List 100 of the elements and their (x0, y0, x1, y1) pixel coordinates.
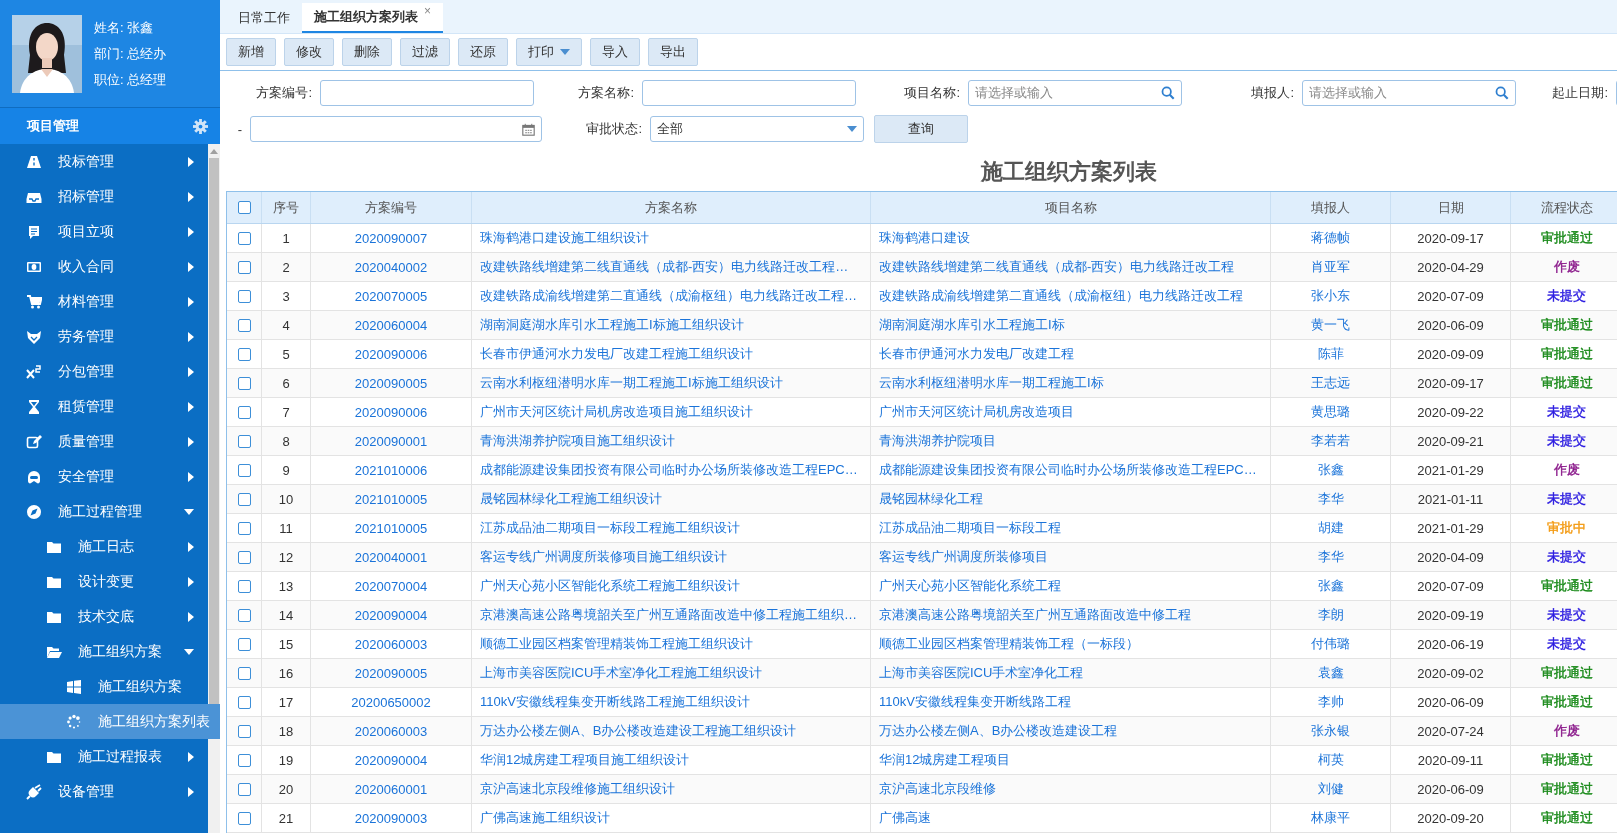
table-cell[interactable]: 万达办公楼左侧A、B办公楼改造建设工程施工组织设计 (472, 717, 871, 745)
search-icon[interactable] (1495, 86, 1509, 100)
table-cell[interactable]: 青海洪湖养护院项目 (871, 427, 1271, 455)
column-header[interactable]: 方案名称 (472, 192, 871, 223)
table-cell[interactable]: 晟铭园林绿化工程施工组织设计 (472, 485, 871, 513)
table-cell[interactable]: 2020060004 (311, 311, 472, 339)
table-cell[interactable]: 京沪高速北京段维修施工组织设计 (472, 775, 871, 803)
input-field[interactable] (642, 80, 856, 106)
table-cell[interactable]: 2020090004 (311, 746, 472, 774)
checkbox[interactable] (237, 463, 251, 477)
close-icon[interactable]: × (424, 4, 431, 18)
table-cell[interactable]: 成都能源建设集团投资有限公司临时办公场所装修改造工程EPC… (472, 456, 871, 484)
checkbox[interactable] (237, 289, 251, 303)
menu-item[interactable]: 项目立项 (0, 214, 208, 249)
column-header[interactable]: 日期 (1391, 192, 1511, 223)
toolbar-button[interactable]: 导出 (648, 38, 698, 66)
table-cell[interactable]: 2020060003 (311, 717, 472, 745)
table-cell[interactable]: 客运专线广州调度所装修项目施工组织设计 (472, 543, 871, 571)
menu-item[interactable]: 材料管理 (0, 284, 208, 319)
table-cell[interactable]: 2020090006 (311, 340, 472, 368)
checkbox[interactable] (237, 260, 251, 274)
table-cell[interactable]: 广州市天河区统计局机房改造项目 (871, 398, 1271, 426)
menu-item[interactable]: 质量管理 (0, 424, 208, 459)
table-cell[interactable]: 顺德工业园区档案管理精装饰工程施工组织设计 (472, 630, 871, 658)
query-button[interactable]: 查询 (874, 115, 968, 143)
table-cell[interactable]: 湖南洞庭湖水库引水工程施工I标施工组织设计 (472, 311, 871, 339)
menu-item[interactable]: 施工日志 (0, 529, 208, 564)
table-cell[interactable]: 2021010006 (311, 456, 472, 484)
checkbox[interactable] (237, 782, 251, 796)
table-cell[interactable]: 长春市伊通河水力发电厂改建工程 (871, 340, 1271, 368)
toolbar-button[interactable]: 打印 (516, 38, 582, 66)
table-cell[interactable]: 2020040001 (311, 543, 472, 571)
table-cell[interactable]: 顺德工业园区档案管理精装饰工程（一标段） (871, 630, 1271, 658)
table-cell[interactable]: 珠海鹤港口建设 (871, 224, 1271, 252)
menu-item[interactable]: 劳务管理 (0, 319, 208, 354)
tab[interactable]: 施工组织方案列表 × (302, 3, 443, 33)
table-cell[interactable]: 京沪高速北京段维修 (871, 775, 1271, 803)
table-cell[interactable]: 2020090007 (311, 224, 472, 252)
table-cell[interactable]: 广州天心苑小区智能化系统工程施工组织设计 (472, 572, 871, 600)
calendar-icon[interactable] (522, 122, 535, 136)
table-cell[interactable]: 京港澳高速公路粤境韶关至广州互通路面改造中修工程 (871, 601, 1271, 629)
search-field[interactable]: 请选择或输入 (1302, 80, 1516, 106)
checkbox[interactable] (237, 550, 251, 564)
input-field[interactable] (320, 80, 534, 106)
table-cell[interactable]: 2020090005 (311, 369, 472, 397)
menu-item[interactable]: 设计变更 (0, 564, 208, 599)
column-header[interactable]: 填报人 (1271, 192, 1391, 223)
column-header[interactable]: 序号 (262, 192, 311, 223)
menu-item[interactable]: 施工过程报表 (0, 739, 208, 774)
table-cell[interactable]: 改建铁路线增建第二线直通线（成都-西安）电力线路迁改工程… (472, 253, 871, 281)
table-cell[interactable]: 2020070004 (311, 572, 472, 600)
table-cell[interactable]: 广佛高速施工组织设计 (472, 804, 871, 832)
table-cell[interactable]: 晟铭园林绿化工程 (871, 485, 1271, 513)
table-cell[interactable]: 20200650002 (311, 688, 472, 716)
toolbar-button[interactable]: 删除 (342, 38, 392, 66)
table-cell[interactable]: 珠海鹤港口建设施工组织设计 (472, 224, 871, 252)
menu-item[interactable]: 收入合同 (0, 249, 208, 284)
toolbar-button[interactable]: 新增 (226, 38, 276, 66)
table-cell[interactable]: 华润12城房建工程项目施工组织设计 (472, 746, 871, 774)
table-cell[interactable]: 云南水利枢纽潜明水库一期工程施工I标 (871, 369, 1271, 397)
menu-item[interactable]: 设备管理 (0, 774, 208, 809)
checkbox[interactable] (237, 695, 251, 709)
column-header[interactable]: 流程状态 (1511, 192, 1617, 223)
table-cell[interactable]: 2021010005 (311, 514, 472, 542)
checkbox[interactable] (237, 637, 251, 651)
checkbox[interactable] (237, 666, 251, 680)
table-cell[interactable]: 湖南洞庭湖水库引水工程施工I标 (871, 311, 1271, 339)
checkbox[interactable] (237, 201, 251, 214)
table-cell[interactable]: 客运专线广州调度所装修项目 (871, 543, 1271, 571)
menu-item[interactable]: 施工过程管理 (0, 494, 208, 529)
table-cell[interactable]: 华润12城房建工程项目 (871, 746, 1271, 774)
menu-item[interactable]: 施工组织方案列表 (0, 704, 220, 739)
toolbar-button[interactable]: 导入 (590, 38, 640, 66)
toolbar-button[interactable]: 还原 (458, 38, 508, 66)
table-cell[interactable]: 上海市美容医院ICU手术室净化工程施工组织设计 (472, 659, 871, 687)
menu-item[interactable]: 施工组织方案 (0, 634, 208, 669)
table-cell[interactable]: 云南水利枢纽潜明水库一期工程施工I标施工组织设计 (472, 369, 871, 397)
table-cell[interactable]: 成都能源建设集团投资有限公司临时办公场所装修改造工程EPC… (871, 456, 1271, 484)
table-cell[interactable]: 110kV安徽线程集变开断线路工程施工组织设计 (472, 688, 871, 716)
scrollbar[interactable] (208, 144, 220, 833)
checkbox[interactable] (237, 579, 251, 593)
menu-item[interactable]: 租赁管理 (0, 389, 208, 424)
table-cell[interactable]: 广州市天河区统计局机房改造项目施工组织设计 (472, 398, 871, 426)
table-cell[interactable]: 江苏成品油二期项目一标段工程 (871, 514, 1271, 542)
checkbox[interactable] (237, 724, 251, 738)
table-cell[interactable]: 青海洪湖养护院项目施工组织设计 (472, 427, 871, 455)
table-cell[interactable]: 2020060003 (311, 630, 472, 658)
checkbox[interactable] (237, 492, 251, 506)
settings-icon[interactable] (193, 118, 208, 134)
menu-item[interactable]: 投标管理 (0, 144, 208, 179)
menu-item[interactable]: 招标管理 (0, 179, 208, 214)
checkbox[interactable] (237, 608, 251, 622)
menu-item[interactable]: 分包管理 (0, 354, 208, 389)
table-cell[interactable]: 2020070005 (311, 282, 472, 310)
table-cell[interactable]: 110kV安徽线程集变开断线路工程 (871, 688, 1271, 716)
table-cell[interactable]: 改建铁路成渝线增建第二直通线（成渝枢纽）电力线路迁改工程… (472, 282, 871, 310)
table-cell[interactable]: 广州天心苑小区智能化系统工程 (871, 572, 1271, 600)
table-cell[interactable]: 长春市伊通河水力发电厂改建工程施工组织设计 (472, 340, 871, 368)
tab[interactable]: 日常工作 (226, 3, 302, 33)
table-cell[interactable]: 2020090001 (311, 427, 472, 455)
